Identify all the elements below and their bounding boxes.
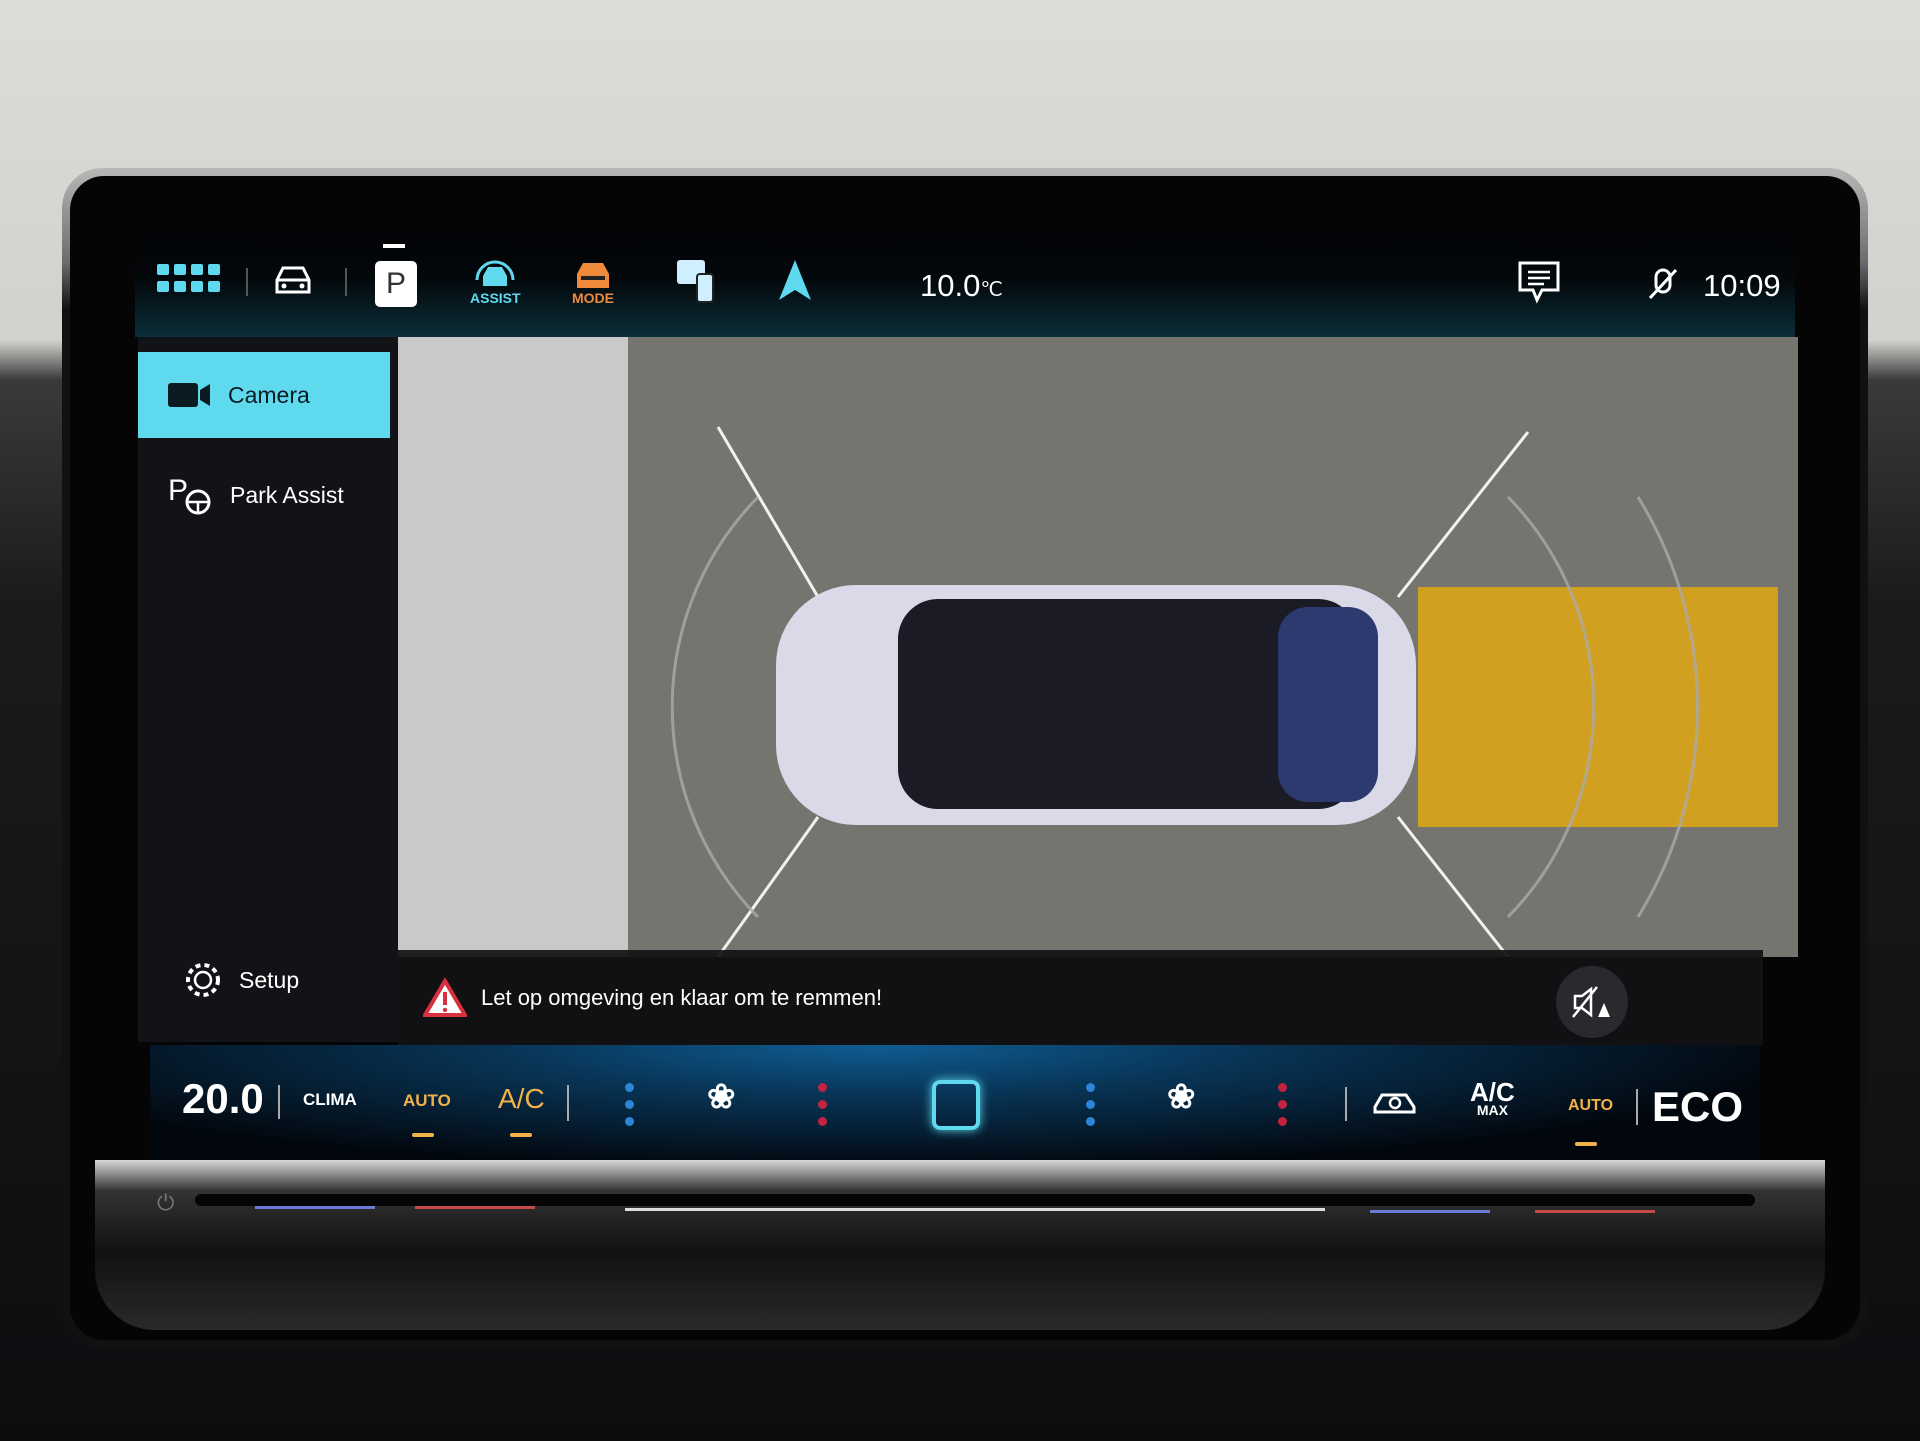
mode-icon — [577, 263, 609, 288]
mic-muted-icon[interactable] — [1647, 268, 1679, 302]
seat-heat-right-level[interactable] — [1086, 1083, 1095, 1126]
surround-camera-view — [398, 337, 1798, 957]
seat-ventilation-right-icon[interactable]: ❀ — [1167, 1077, 1196, 1117]
divider — [1636, 1089, 1638, 1125]
svg-text:P: P — [168, 474, 188, 507]
assist-button[interactable]: ASSIST — [470, 260, 521, 306]
seat-heat-left-level[interactable] — [625, 1083, 634, 1126]
warning-triangle-icon — [423, 977, 467, 1017]
message-icon[interactable] — [1517, 260, 1561, 304]
park-p-icon[interactable]: P — [375, 261, 417, 307]
assist-icon — [475, 260, 515, 286]
ac-max-button[interactable]: A/C MAX — [1470, 1079, 1515, 1117]
left-temp-warm-strip[interactable] — [415, 1206, 535, 1209]
rear-obstacle-zone — [1418, 587, 1778, 827]
top-status-bar: P ASSIST MODE 10.0 ℃ 10:09 — [135, 232, 1795, 337]
speaker-muted-icon — [1572, 986, 1610, 1018]
navigation-arrow-icon[interactable] — [777, 258, 813, 302]
divider — [246, 268, 248, 296]
outside-temperature: 10.0 ℃ — [920, 268, 1003, 303]
warning-bar: Let op omgeving en klaar om te remmen! — [398, 950, 1763, 1045]
active-indicator — [383, 244, 405, 248]
seat-heat-left-red-level[interactable] — [818, 1083, 827, 1126]
divider — [278, 1085, 280, 1119]
auto-left-button[interactable]: AUTO — [403, 1091, 451, 1111]
setup-button[interactable]: Setup — [138, 937, 390, 1023]
vehicle-icon[interactable] — [271, 264, 315, 298]
park-assist-icon: P — [168, 474, 211, 515]
auto-right-button[interactable]: AUTO — [1568, 1097, 1613, 1115]
center-climate-button[interactable] — [932, 1080, 980, 1130]
seat-ventilation-left-icon[interactable]: ❀ — [707, 1077, 736, 1117]
right-temp-warm-strip[interactable] — [1535, 1210, 1655, 1213]
warning-text: Let op omgeving en klaar om te remmen! — [481, 984, 883, 1010]
climate-bar: 20.0 CLIMA AUTO A/C ❀ ❀ A/C MAX AUTO ECO — [150, 1045, 1760, 1163]
recirculation-icon[interactable] — [1372, 1087, 1418, 1120]
volume-slider[interactable] — [625, 1208, 1325, 1211]
divider — [345, 268, 347, 296]
ac-button[interactable]: A/C — [498, 1083, 545, 1115]
apps-grid-icon[interactable] — [157, 264, 223, 294]
birdseye-view — [398, 337, 1778, 957]
touch-slider-panel: ⏻ — [95, 1160, 1825, 1330]
eco-button[interactable]: ECO — [1652, 1083, 1743, 1131]
divider — [567, 1085, 569, 1121]
driver-temperature[interactable]: 20.0 — [182, 1075, 264, 1123]
mode-button[interactable]: MODE — [571, 260, 615, 306]
gear-icon — [186, 963, 220, 997]
phone-projection-icon[interactable] — [675, 258, 719, 304]
sidebar: Camera P Park Assist Setup — [138, 337, 400, 1042]
seat-heat-right-red-level[interactable] — [1278, 1083, 1287, 1126]
left-temp-cool-strip[interactable] — [255, 1206, 375, 1209]
camera-icon — [168, 383, 210, 407]
sidebar-item-camera[interactable]: Camera — [138, 352, 390, 438]
mute-park-sound-button[interactable] — [1556, 966, 1628, 1038]
divider — [1345, 1087, 1347, 1121]
clima-button[interactable]: CLIMA — [303, 1090, 357, 1110]
sidebar-item-park-assist[interactable]: P Park Assist — [138, 452, 390, 538]
clock: 10:09 — [1703, 268, 1781, 303]
right-temp-cool-strip[interactable] — [1370, 1210, 1490, 1213]
power-icon[interactable]: ⏻ — [157, 1190, 174, 1216]
